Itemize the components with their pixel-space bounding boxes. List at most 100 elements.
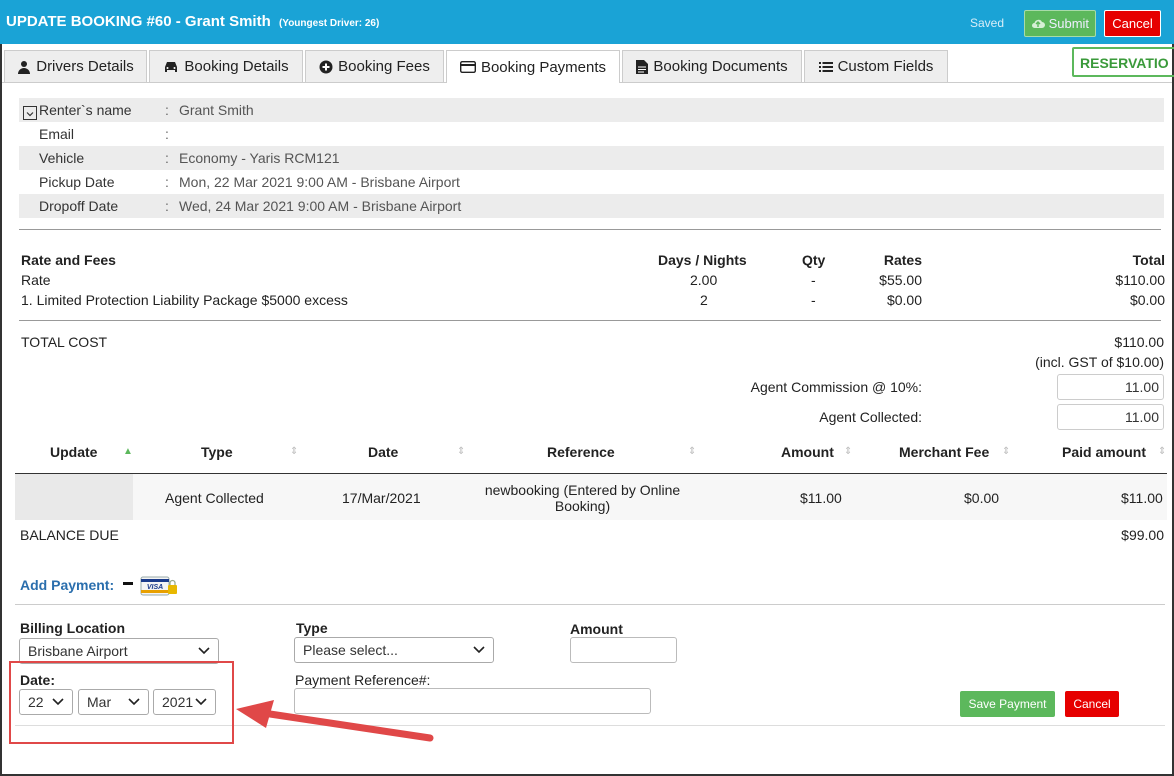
submit-label: Submit: [1048, 16, 1090, 31]
sort-icon[interactable]: ⇕: [457, 446, 465, 457]
billing-location-label: Billing Location: [20, 620, 125, 636]
colon: :: [165, 198, 169, 214]
payment-type-select[interactable]: Please select...: [294, 637, 494, 663]
cloud-upload-icon: [1031, 19, 1045, 28]
credit-card-icon: [459, 61, 476, 73]
fee-total: $110.00: [1115, 272, 1165, 288]
annotation-arrow-icon: [236, 700, 434, 742]
email-label: Email: [39, 126, 75, 142]
billing-location-value: Brisbane Airport: [28, 643, 128, 659]
tab-booking-fees[interactable]: Booking Fees: [305, 50, 444, 82]
pickup-value: Mon, 22 Mar 2021 9:00 AM - Brisbane Airp…: [179, 174, 460, 190]
booking-title: UPDATE BOOKING #60 - Grant Smith: [6, 13, 271, 30]
fees-col-name: Rate and Fees: [21, 252, 116, 268]
payment-paid-amount: $11.00: [1121, 490, 1163, 506]
fees-col-days: Days / Nights: [658, 252, 747, 268]
tab-booking-details[interactable]: Booking Details: [149, 50, 303, 82]
reference-line: Booking): [554, 498, 611, 514]
fee-name: 1. Limited Protection Liability Package …: [21, 292, 348, 308]
colon: :: [165, 126, 169, 142]
sort-icon[interactable]: ⇕: [1002, 446, 1010, 457]
tab-custom-fields[interactable]: Custom Fields: [804, 50, 948, 82]
info-label: Renter`s name: [19, 102, 165, 120]
agent-collected-label: Agent Collected:: [819, 409, 922, 425]
tab-label: Drivers Details: [36, 58, 134, 75]
col-merchant-fee[interactable]: Merchant Fee: [899, 444, 989, 460]
fees-header-row: Rate and Fees Days / Nights Qty Rates To…: [21, 252, 1165, 272]
fee-total: $0.00: [1129, 292, 1165, 308]
update-cell[interactable]: [15, 474, 133, 520]
col-amount[interactable]: Amount: [781, 444, 834, 460]
fee-rate: $0.00: [886, 292, 922, 308]
total-cost-value: $110.00: [1114, 334, 1164, 350]
reservation-status-button[interactable]: RESERVATIO: [1072, 47, 1174, 77]
divider: [19, 229, 1161, 230]
sort-icon[interactable]: ⇕: [688, 446, 696, 457]
tab-label: Custom Fields: [837, 58, 934, 75]
info-row-vehicle: Vehicle : Economy - Yaris RCM121: [19, 146, 1164, 170]
booking-summary: Renter`s name : Grant Smith Email : Vehi…: [19, 98, 1164, 218]
table-row[interactable]: Agent Collected 17/Mar/2021 newbooking (…: [15, 473, 1167, 520]
saved-status: Saved: [970, 16, 1005, 30]
dropoff-label: Dropoff Date: [39, 198, 119, 214]
collapse-chevron-icon[interactable]: [23, 106, 37, 120]
tab-booking-payments[interactable]: Booking Payments: [446, 50, 620, 83]
vehicle-label: Vehicle: [39, 150, 85, 166]
info-row-pickup: Pickup Date : Mon, 22 Mar 2021 9:00 AM -…: [19, 170, 1164, 194]
fee-qty: -: [811, 292, 816, 308]
vehicle-value: Economy - Yaris RCM121: [179, 150, 340, 166]
tab-bar: Drivers Details Booking Details Booking …: [2, 50, 1172, 83]
col-reference[interactable]: Reference: [547, 444, 615, 460]
tab-drivers-details[interactable]: Drivers Details: [4, 50, 147, 82]
colon: :: [165, 174, 169, 190]
fees-col-total: Total: [1132, 252, 1165, 268]
balance-due-value: $99.00: [1121, 527, 1164, 543]
renter-value: Grant Smith: [179, 102, 254, 118]
fee-days: 2: [700, 292, 708, 308]
agent-collected-input[interactable]: [1057, 404, 1164, 430]
renter-label: Renter`s name: [39, 102, 132, 118]
list-icon: [818, 61, 833, 72]
amount-input[interactable]: [570, 637, 677, 663]
minus-icon[interactable]: [123, 582, 133, 585]
gst-note: (incl. GST of $10.00): [1035, 354, 1164, 370]
col-type[interactable]: Type: [201, 444, 233, 460]
add-payment-link[interactable]: Add Payment:: [20, 577, 114, 593]
col-date[interactable]: Date: [368, 444, 398, 460]
pickup-label: Pickup Date: [39, 174, 115, 190]
col-update[interactable]: Update: [50, 444, 97, 460]
amount-label: Amount: [570, 621, 623, 637]
payment-merchant-fee: $0.00: [964, 490, 1000, 506]
colon: :: [165, 150, 169, 166]
agent-commission-input[interactable]: [1057, 374, 1164, 400]
agent-commission-label: Agent Commission @ 10%:: [750, 379, 922, 395]
reference-line: newbooking (Entered by Online: [484, 482, 681, 498]
fees-row: 1. Limited Protection Liability Package …: [21, 292, 1165, 312]
car-icon: [165, 61, 178, 72]
type-label: Type: [296, 620, 328, 636]
sort-icon[interactable]: ⇕: [844, 446, 852, 457]
cancel-payment-button[interactable]: Cancel: [1065, 691, 1119, 717]
plus-circle-icon: [319, 60, 333, 73]
sort-icon[interactable]: ⇕: [290, 446, 298, 457]
page-title: UPDATE BOOKING #60 - Grant Smith (Younge…: [6, 13, 379, 30]
submit-button[interactable]: Submit: [1024, 10, 1096, 37]
fee-qty: -: [811, 272, 816, 288]
save-payment-button[interactable]: Save Payment: [960, 691, 1055, 717]
fees-col-rates: Rates: [883, 252, 922, 268]
youngest-driver-note: (Youngest Driver: 26): [278, 18, 380, 29]
payment-date: 17/Mar/2021: [342, 490, 421, 506]
sort-icon[interactable]: ⇕: [1158, 446, 1166, 457]
col-paid-amount[interactable]: Paid amount: [1062, 444, 1146, 460]
card-brand-text: VISA: [147, 584, 163, 591]
sort-asc-icon[interactable]: ▲: [123, 446, 133, 457]
divider: [19, 320, 1161, 321]
dropoff-value: Wed, 24 Mar 2021 9:00 AM - Brisbane Airp…: [179, 198, 462, 214]
tab-booking-documents[interactable]: Booking Documents: [622, 50, 802, 82]
visa-card-icon[interactable]: VISA: [140, 575, 178, 597]
payment-reference-label: Payment Reference#:: [295, 672, 431, 688]
cancel-top-button[interactable]: Cancel: [1104, 10, 1161, 37]
fee-rate: $55.00: [879, 272, 922, 288]
tab-label: Booking Details: [184, 58, 289, 75]
payment-type-value: Please select...: [303, 642, 398, 658]
